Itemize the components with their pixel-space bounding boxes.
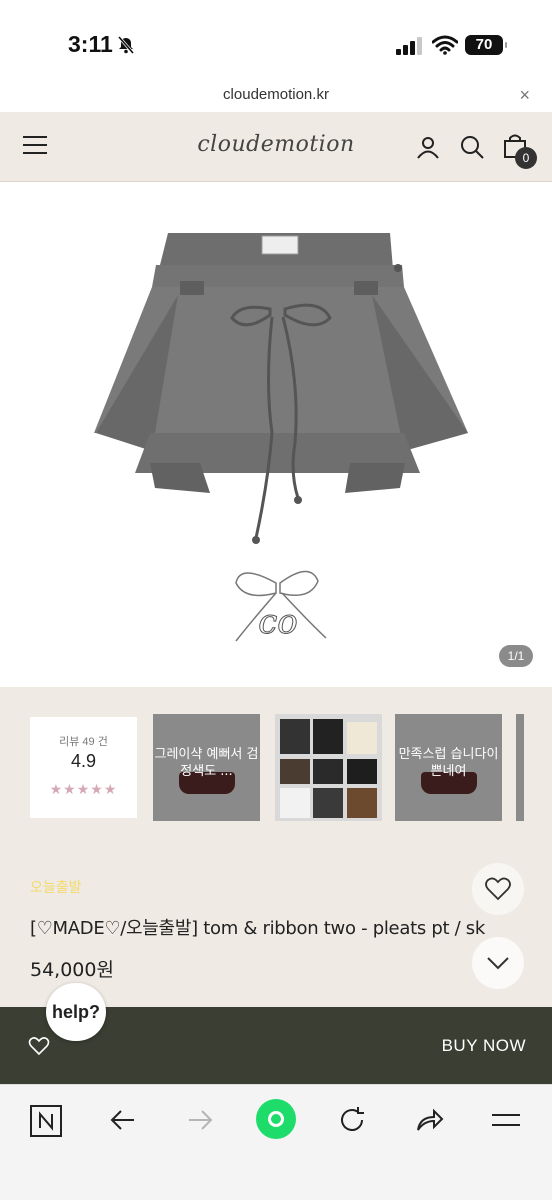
close-icon[interactable]: ×: [519, 85, 530, 106]
user-icon[interactable]: [416, 135, 440, 159]
review-summary-card[interactable]: 리뷰 49 건 4.9 ★★★★★: [30, 717, 137, 818]
product-price: 54,000원: [30, 959, 114, 981]
status-time: 3:11: [68, 31, 113, 57]
review-snippet: 그레이샥 예뻐서 검 정색도 ...: [154, 747, 259, 779]
naver-home-icon[interactable]: [30, 1105, 62, 1137]
help-button[interactable]: help?: [46, 983, 106, 1041]
svg-text:co: co: [258, 602, 298, 642]
menu-icon[interactable]: [490, 1105, 522, 1135]
search-icon[interactable]: [460, 135, 484, 159]
heart-icon: [485, 877, 511, 901]
review-score: 4.9: [70, 751, 97, 771]
wishlist-button[interactable]: [472, 863, 524, 915]
review-thumbnail[interactable]: [275, 714, 382, 821]
image-counter: 1/1: [499, 645, 533, 667]
review-thumbnail[interactable]: 그레이샥 예뻐서 검 정색도 ...: [153, 714, 260, 821]
back-arrow-icon[interactable]: [108, 1105, 138, 1135]
site-header: cloudemotion 0: [0, 112, 552, 182]
wifi-icon: [432, 35, 458, 55]
url-bar[interactable]: cloudemotion.kr ×: [0, 80, 552, 112]
forward-arrow-icon[interactable]: [185, 1105, 215, 1135]
status-bar: 3:11 70: [0, 0, 552, 80]
thumbnail-photo: [275, 714, 382, 821]
review-snippet: 만족스럽 습니다이 쁜네여: [398, 747, 499, 779]
url-text[interactable]: cloudemotion.kr: [0, 86, 552, 103]
review-count: 리뷰 49 건: [59, 736, 108, 748]
review-strip: 리뷰 49 건 4.9 ★★★★★ 그레이샥 예뻐서 검 정색도 ... 만족스…: [0, 687, 552, 847]
cart-count-badge[interactable]: 0: [515, 147, 537, 169]
review-stars: ★★★★★: [49, 781, 118, 797]
signal-icon: [396, 37, 422, 55]
share-icon[interactable]: [414, 1105, 444, 1135]
green-dot-button[interactable]: [256, 1099, 296, 1139]
scroll-down-button[interactable]: [472, 937, 524, 989]
review-thumbnail-partial[interactable]: [516, 714, 524, 821]
refresh-icon[interactable]: [337, 1105, 367, 1135]
battery-indicator: 70: [465, 35, 507, 55]
chevron-down-icon: [487, 957, 509, 970]
bell-muted-icon: [117, 36, 135, 54]
review-thumbnail[interactable]: 만족스럽 습니다이 쁜네여: [395, 714, 502, 821]
skort-illustration: co: [94, 233, 468, 643]
browser-toolbar: [0, 1084, 552, 1200]
heart-icon[interactable]: [28, 1036, 50, 1056]
product-tag: 오늘출발: [30, 879, 82, 895]
product-title: [♡MADE♡/오늘출발] tom & ribbon two - pleats …: [30, 918, 486, 939]
buy-now-button[interactable]: BUY NOW: [442, 1036, 526, 1056]
product-image[interactable]: co: [0, 183, 552, 687]
